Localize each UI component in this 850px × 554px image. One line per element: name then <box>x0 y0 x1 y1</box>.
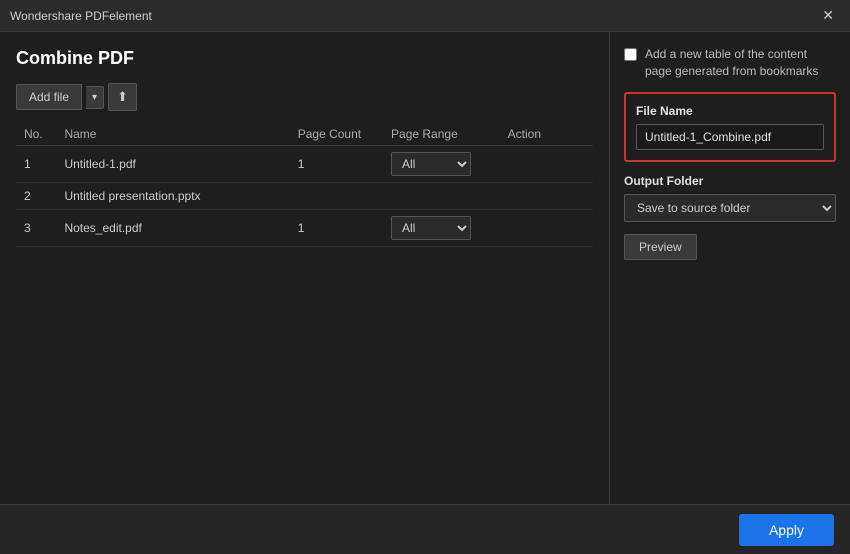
cell-page-count: 1 <box>290 146 383 183</box>
cell-page-range <box>383 183 500 210</box>
cell-page-count: 1 <box>290 210 383 247</box>
close-button[interactable]: ✕ <box>816 5 840 26</box>
cell-page-range: AllCustom <box>383 210 500 247</box>
col-header-page-count: Page Count <box>290 123 383 146</box>
move-up-icon: ⬆ <box>117 89 128 104</box>
page-range-select[interactable]: AllCustom <box>391 152 471 176</box>
output-folder-section: Output Folder Save to source folderChoos… <box>624 174 836 222</box>
main-container: Combine PDF Add file ▾ ⬆ No. Name Page C… <box>0 32 850 554</box>
cell-action <box>500 183 593 210</box>
file-name-section: File Name <box>624 92 836 162</box>
cell-page-count <box>290 183 383 210</box>
title-bar: Wondershare PDFelement ✕ <box>0 0 850 32</box>
cell-no: 2 <box>16 183 56 210</box>
bookmark-checkbox[interactable] <box>624 48 637 61</box>
add-file-dropdown-button[interactable]: ▾ <box>86 86 104 109</box>
file-table: No. Name Page Count Page Range Action 1U… <box>16 123 593 247</box>
col-header-page-range: Page Range <box>383 123 500 146</box>
output-folder-label: Output Folder <box>624 174 836 188</box>
table-row: 1Untitled-1.pdf1 AllCustom <box>16 146 593 183</box>
output-folder-select[interactable]: Save to source folderChoose folder... <box>624 194 836 222</box>
dialog-title: Combine PDF <box>16 48 593 69</box>
move-up-button[interactable]: ⬆ <box>108 83 137 111</box>
right-panel: Add a new table of the content page gene… <box>610 32 850 504</box>
file-name-label: File Name <box>636 104 824 118</box>
cell-name: Untitled presentation.pptx <box>56 183 289 210</box>
app-title: Wondershare PDFelement <box>10 9 152 23</box>
col-header-name: Name <box>56 123 289 146</box>
col-header-no: No. <box>16 123 56 146</box>
add-file-button[interactable]: Add file <box>16 84 82 110</box>
bookmark-checkbox-row: Add a new table of the content page gene… <box>624 46 836 80</box>
cell-page-range: AllCustom <box>383 146 500 183</box>
toolbar: Add file ▾ ⬆ <box>16 83 593 111</box>
cell-name: Notes_edit.pdf <box>56 210 289 247</box>
bottom-bar: Apply <box>0 504 850 554</box>
col-header-action: Action <box>500 123 593 146</box>
left-panel: Combine PDF Add file ▾ ⬆ No. Name Page C… <box>0 32 610 504</box>
preview-button[interactable]: Preview <box>624 234 697 260</box>
apply-button[interactable]: Apply <box>739 514 834 546</box>
cell-action <box>500 210 593 247</box>
page-range-select[interactable]: AllCustom <box>391 216 471 240</box>
table-row: 3Notes_edit.pdf1 AllCustom <box>16 210 593 247</box>
cell-no: 3 <box>16 210 56 247</box>
cell-name: Untitled-1.pdf <box>56 146 289 183</box>
cell-action <box>500 146 593 183</box>
bookmark-checkbox-label: Add a new table of the content page gene… <box>645 46 836 80</box>
table-row: 2Untitled presentation.pptx <box>16 183 593 210</box>
cell-no: 1 <box>16 146 56 183</box>
file-name-input[interactable] <box>636 124 824 150</box>
